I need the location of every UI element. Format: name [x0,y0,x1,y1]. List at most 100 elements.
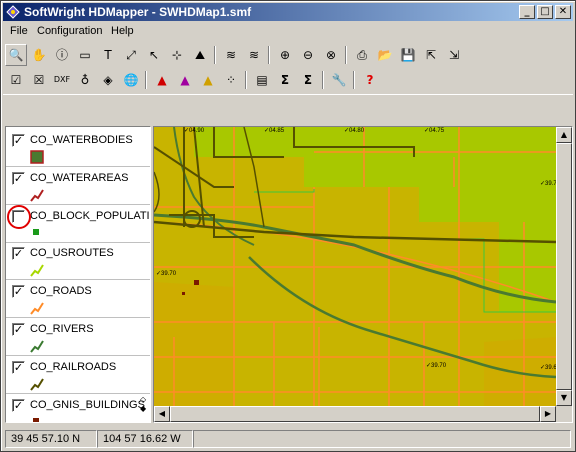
menu-file[interactable]: File [10,25,28,37]
scroll-right-icon[interactable]: ▶ [540,406,556,422]
terrain-yellow-button[interactable]: ▲ [197,69,219,91]
pointer-button[interactable]: ↖ [143,44,165,66]
coverage-button[interactable]: ◈ [97,69,119,91]
globe-icon: 🌐 [123,73,139,87]
layer-list[interactable]: ✓ CO_GNIS_BUILDINGS ✓ CO_RAILROADS ✓ CO_RIVER… [5,126,151,423]
vertical-scroll-thumb[interactable] [556,143,572,390]
scroll-down-icon[interactable]: ▼ [556,390,572,406]
info-button[interactable]: ⓘ [51,44,73,66]
select-feature-button[interactable]: ⊹ [166,44,188,66]
maximize-button[interactable]: □ [537,5,553,19]
print-button[interactable]: ⎙ [351,44,373,66]
import-icon: ⇲ [448,48,460,62]
zoom-select-button[interactable]: 🔍 [5,44,27,66]
layer-item[interactable]: ✓ CO_RAILROADS [6,357,150,395]
profile-button[interactable]: ⛰ [189,44,211,66]
status-latitude: 39 45 57.10 N [5,430,97,448]
layer-visibility-checkbox[interactable]: ✓ [12,398,25,412]
layer-down-icon[interactable]: ◆ [140,404,150,413]
layer-up-icon[interactable]: ◇ [140,395,150,404]
toolbar-separator [322,71,324,89]
layers-button[interactable]: ≋ [220,44,242,66]
layer-divider [6,392,150,394]
site-icon: ♁ [80,73,90,87]
layer-order-arrows[interactable]: ◇ ◆ [140,395,150,413]
zoom-out-button[interactable]: ⊖ [297,44,319,66]
layer-visibility-checkbox[interactable]: ✓ [12,171,25,185]
scatter-button[interactable]: ⁘ [220,69,242,91]
horizontal-scroll-thumb[interactable] [170,406,540,422]
layer-visibility-checkbox[interactable]: ✓ [12,323,25,336]
layer-item[interactable]: ✓ CO_GNIS_BUILDINGS [6,395,150,422]
layer-symbol-icon [30,264,44,278]
zoom-out-icon: ⊖ [302,48,314,62]
layer-symbol-icon [30,378,44,391]
layer-visibility-checkbox[interactable]: ✓ [12,247,25,261]
toolbar-separator [245,71,247,89]
close-button[interactable]: ✕ [555,5,571,19]
zoom-in-button[interactable]: ⊕ [274,44,296,66]
sum-button[interactable]: Σ [274,69,296,91]
pan-hand-button[interactable]: ✋ [28,44,50,66]
save-button[interactable]: 💾 [397,44,419,66]
zoom-cancel-icon: ⊗ [325,48,337,62]
layer-name: CO_WATERBODIES [30,134,133,146]
delete-list-button[interactable]: ☒ [28,69,50,91]
help-button[interactable]: ? [359,69,381,91]
measure-button[interactable]: ⤢ [120,44,142,66]
zoom-cancel-button[interactable]: ⊗ [320,44,342,66]
status-longitude: 104 57 16.62 W [97,430,193,448]
import-button[interactable]: ⇲ [443,44,465,66]
layer-visibility-checkbox[interactable]: ✓ [12,285,25,299]
grid-tick-label: ✓04.75 [424,128,445,134]
wrench-button[interactable]: 🔧 [328,69,350,91]
low-elevation-area [484,337,556,406]
status-bar: 39 45 57.10 N 104 57 16.62 W [3,428,573,450]
grid-tick-label: ✓39.70 [426,363,447,369]
horizontal-scrollbar[interactable]: ◀ ▶ [154,406,556,422]
terrain-multi-button[interactable]: ▲ [174,69,196,91]
layer-visibility-checkbox[interactable]: ✓ [12,360,25,374]
layer-divider [6,203,150,205]
grid-tick-label: ✓39.70 [156,271,177,277]
layers-edit-button[interactable]: ≋ [243,44,265,66]
profile-icon: ⛰ [194,48,206,62]
minimize-button[interactable]: _ [519,5,535,19]
sum-add-button[interactable]: Σ [297,69,319,91]
building-marker [182,292,185,295]
export-button[interactable]: ⇱ [420,44,442,66]
layer-item[interactable]: ✓ CO_RIVERS [6,319,150,357]
layer-symbol-icon [30,302,44,315]
map-canvas[interactable]: ✓04.90 ✓04.85 ✓04.80 ✓04.75 ✓39.75 ✓39.70 ✓39.… [154,127,556,406]
site-button[interactable]: ♁ [74,69,96,91]
layer-name: CO_BLOCK_POPULATION [30,209,150,222]
label-button[interactable]: ▭ [74,44,96,66]
map-window-button[interactable]: ▤ [251,69,273,91]
open-button[interactable]: 📂 [374,44,396,66]
layer-item[interactable]: ✓ CO_USROUTES [6,243,150,281]
layer-item[interactable]: ✓ CO_ROADS [6,281,150,319]
layer-item[interactable]: ✓ CO_WATERAREAS [6,168,150,206]
scroll-up-icon[interactable]: ▲ [556,127,572,143]
terrain-multi-icon: ▲ [180,73,190,87]
title-bar[interactable]: SoftWright HDMapper - SWHDMap1.smf _ □ ✕ [3,3,573,21]
scroll-left-icon[interactable]: ◀ [154,406,170,422]
menu-help[interactable]: Help [111,25,134,37]
menu-configuration[interactable]: Configuration [37,25,102,37]
vertical-scrollbar[interactable]: ▲ ▼ [556,127,572,406]
layer-visibility-checkbox[interactable]: ✓ [12,134,25,147]
zoom-in-icon: ⊕ [279,48,291,62]
terrain-red-button[interactable]: ▲ [151,69,173,91]
text-tool-button[interactable]: T [97,44,119,66]
checklist-button[interactable]: ☑ [5,69,27,91]
terrain-red-icon: ▲ [157,73,167,87]
globe-button[interactable]: 🌐 [120,69,142,91]
layer-symbol-icon [30,150,44,164]
info-icon: ⓘ [55,48,68,62]
text-tool-icon: T [104,48,112,62]
status-empty [193,430,571,448]
map-view[interactable]: ✓04.90 ✓04.85 ✓04.80 ✓04.75 ✓39.75 ✓39.70 ✓39.… [153,126,573,423]
menu-bar: File Configuration Help [3,22,573,41]
dxf-button[interactable]: DXF [51,69,73,91]
layer-item[interactable]: ✓ CO_WATERBODIES [6,130,150,168]
